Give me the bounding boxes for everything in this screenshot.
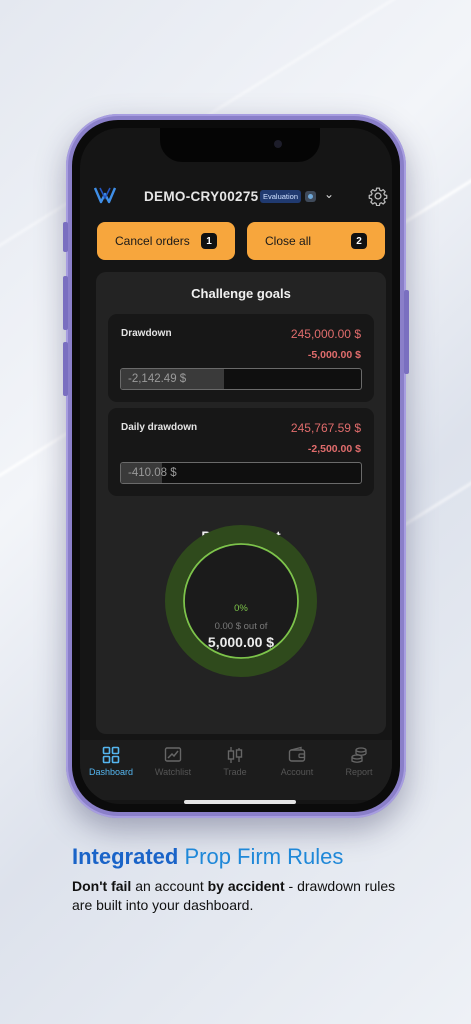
chevron-down-icon[interactable]: ⌄: [324, 187, 334, 201]
phone-bezel: DEMO-CRY00275 Evaluation ⌄ Cancel orders…: [72, 120, 400, 812]
tab-label: Trade: [223, 767, 247, 777]
camera-icon: [274, 140, 282, 148]
caption-title-bold: Integrated: [72, 844, 179, 869]
chart-trend-icon: [164, 747, 182, 762]
close-all-button[interactable]: Close all 2: [247, 222, 385, 260]
goal-delta: -2,500.00 $: [307, 443, 361, 455]
tab-label: Dashboard: [88, 767, 134, 777]
gear-icon[interactable]: [368, 186, 388, 206]
tab-label: Report: [345, 767, 373, 777]
bottom-tab-bar: Dashboard Watchlist Trade Account Report: [80, 740, 392, 800]
caption-title-rest: Prop Firm Rules: [178, 844, 344, 869]
evaluation-badge: Evaluation: [260, 190, 302, 203]
home-indicator[interactable]: [184, 800, 296, 804]
caption-bold: Don't fail: [72, 878, 132, 894]
connection-status-icon: [305, 191, 316, 202]
caption-body: Don't fail an account by accident - draw…: [72, 877, 412, 915]
tab-trade[interactable]: Trade: [204, 746, 266, 777]
close-all-label: Close all: [265, 234, 312, 248]
tab-dashboard[interactable]: Dashboard: [80, 746, 142, 777]
cancel-orders-button[interactable]: Cancel orders 1: [97, 222, 235, 260]
tab-label: Watchlist: [154, 767, 192, 777]
close-all-count: 2: [351, 233, 367, 249]
side-button: [63, 342, 68, 396]
phone-screen: DEMO-CRY00275 Evaluation ⌄ Cancel orders…: [80, 128, 392, 804]
drawdown-progress-bar: -2,142.49 $: [120, 368, 362, 390]
cancel-orders-label: Cancel orders: [115, 234, 190, 248]
side-button: [404, 290, 409, 374]
challenge-goals-title: Challenge goals: [191, 286, 291, 301]
dashboard-icon: [102, 746, 120, 764]
daily-drawdown-progress-bar: -410.08 $: [120, 462, 362, 484]
profit-percent: 0%: [234, 603, 248, 614]
goal-current-value: -2,142.49 $: [128, 373, 187, 385]
app-header: DEMO-CRY00275 Evaluation ⌄: [80, 176, 392, 216]
challenge-goals-card: Challenge goals Drawdown 245,000.00 $ -5…: [96, 272, 386, 734]
profit-progress-text: 0.00 $ out of: [214, 621, 268, 632]
cancel-orders-count: 1: [201, 233, 217, 249]
tab-label: Account: [280, 767, 314, 777]
caption-title: Integrated Prop Firm Rules: [72, 844, 343, 870]
account-id[interactable]: DEMO-CRY00275: [144, 189, 258, 204]
brand-logo-icon: [94, 187, 116, 204]
wallet-icon: [288, 746, 306, 762]
goal-limit: 245,000.00 $: [290, 327, 361, 341]
phone-frame: DEMO-CRY00275 Evaluation ⌄ Cancel orders…: [63, 114, 409, 818]
notch: [160, 128, 320, 162]
goal-limit: 245,767.59 $: [290, 421, 361, 435]
side-button: [63, 276, 68, 330]
caption-bold: by accident: [207, 878, 285, 894]
goal-label: Drawdown: [121, 328, 172, 339]
goal-current-value: -410.08 $: [128, 467, 177, 479]
candlestick-icon: [227, 747, 243, 763]
tab-watchlist[interactable]: Watchlist: [142, 746, 204, 777]
coins-stack-icon: [351, 747, 367, 763]
goal-label: Daily drawdown: [121, 422, 198, 433]
daily-drawdown-goal: Daily drawdown 245,767.59 $ -2,500.00 $ …: [108, 408, 374, 496]
goal-delta: -5,000.00 $: [307, 349, 361, 361]
drawdown-goal: Drawdown 245,000.00 $ -5,000.00 $ -2,142…: [108, 314, 374, 402]
tab-report[interactable]: Report: [328, 746, 390, 777]
profit-target-ring: [165, 525, 317, 677]
caption-text: an account: [131, 878, 208, 894]
profit-target-value: 5,000.00 $: [207, 634, 275, 650]
tab-account[interactable]: Account: [266, 746, 328, 777]
side-button: [63, 222, 68, 252]
